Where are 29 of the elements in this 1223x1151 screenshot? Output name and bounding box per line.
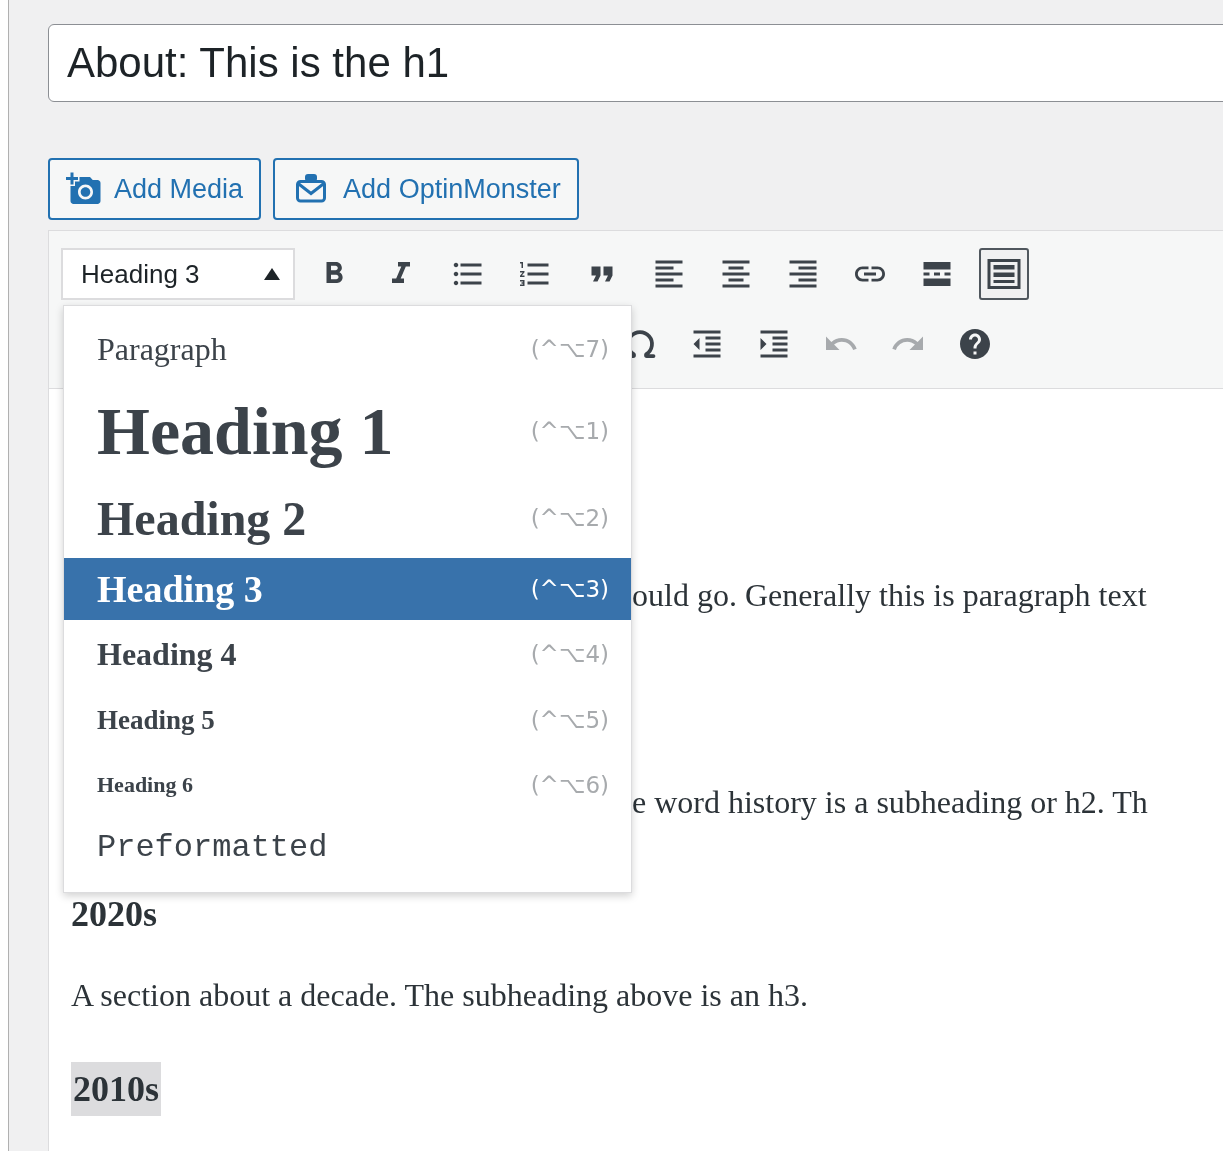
content-heading: 2010s [71,1062,161,1116]
format-option[interactable]: Paragraph (^⌥7) [64,314,631,384]
content-paragraph: e word history is a subheading or h2. Th [632,784,1148,821]
content-paragraph: A section about a decade. The subheading above is an h3. [71,977,808,1014]
shortcut-hint: (^⌥2) [530,505,609,531]
shortcut-hint: (^⌥7) [530,336,609,362]
format-option[interactable]: Heading 2 (^⌥2) [64,478,631,558]
toolbar-toggle-button[interactable] [979,248,1029,300]
format-option[interactable]: Heading 5 (^⌥5) [64,688,631,752]
keyboard-icon [986,256,1022,292]
format-select[interactable]: Heading 3 [61,248,295,300]
shortcut-hint: (^⌥3) [530,576,609,602]
title-field[interactable]: About: This is the h1 [48,24,1223,102]
help-icon [957,326,993,362]
content-heading: 2020s [71,893,157,935]
shortcut-hint: (^⌥5) [530,707,609,733]
format-option[interactable]: Heading 4 (^⌥4) [64,620,631,688]
content-paragraph: ould go. Generally this is paragraph text [632,577,1147,614]
format-option[interactable]: Heading 6 (^⌥6) [64,752,631,818]
format-option[interactable]: Preformatted [64,818,631,876]
add-media-button[interactable]: Add Media [48,158,262,220]
shortcut-hint: (^⌥1) [530,418,609,444]
format-option[interactable]: Heading 1 (^⌥1) [64,384,631,478]
format-option[interactable]: Heading 3 (^⌥3) [64,558,631,620]
shortcut-hint: (^⌥4) [530,641,609,667]
camera-icon [66,171,102,207]
shortcut-hint: (^⌥6) [530,772,609,798]
caret-icon [263,267,281,281]
add-optin-button[interactable]: Add OptinMonster [273,158,579,220]
